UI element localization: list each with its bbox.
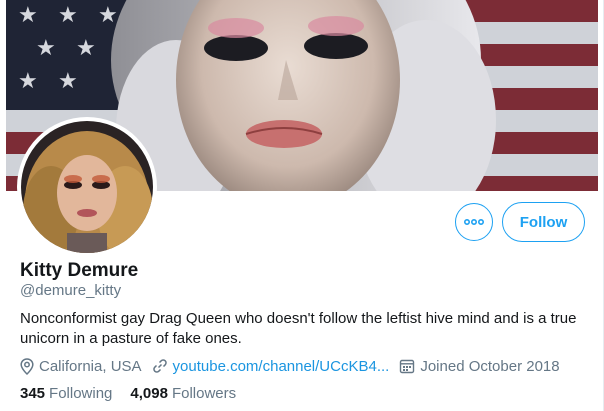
svg-text:★: ★ xyxy=(36,36,56,61)
more-options-button[interactable] xyxy=(455,203,493,241)
website-item[interactable]: youtube.com/channel/UCcKB4... xyxy=(152,358,390,375)
location-text: California, USA xyxy=(39,357,142,375)
profile-meta: California, USA youtube.com/channel/UCcK… xyxy=(20,356,570,376)
profile-handle: @demure_kitty xyxy=(20,282,122,299)
more-dots-icon xyxy=(464,218,484,226)
profile-bio: Nonconformist gay Drag Queen who doesn't… xyxy=(20,310,577,347)
avatar-image xyxy=(21,121,153,253)
profile-frame: ★ ★ ★ ★ ★ ★ ★ Follow Kitty Demure @demur… xyxy=(0,0,604,411)
followers-stat[interactable]: 4,098 Followers xyxy=(130,385,236,402)
profile-stats: 345 Following 4,098 Followers xyxy=(20,385,254,402)
svg-text:★: ★ xyxy=(58,69,78,94)
link-icon xyxy=(152,359,167,373)
svg-text:★: ★ xyxy=(98,3,118,28)
joined-text: Joined October 2018 xyxy=(420,357,560,375)
svg-text:★: ★ xyxy=(58,3,78,28)
location-pin-icon xyxy=(20,357,34,375)
svg-text:★: ★ xyxy=(18,69,38,94)
location-item: California, USA xyxy=(20,358,142,375)
avatar[interactable] xyxy=(17,117,157,257)
svg-text:★: ★ xyxy=(76,36,96,61)
website-link[interactable]: youtube.com/channel/UCcKB4... xyxy=(173,358,390,375)
following-count: 345 xyxy=(20,385,46,402)
joined-item: Joined October 2018 xyxy=(399,357,560,375)
followers-label: Followers xyxy=(171,385,237,402)
profile-name: Kitty Demure xyxy=(20,260,139,281)
svg-text:★: ★ xyxy=(18,3,38,28)
followers-count: 4,098 xyxy=(130,385,168,402)
following-label: Following xyxy=(49,385,113,402)
calendar-icon xyxy=(400,359,415,374)
following-stat[interactable]: 345 Following xyxy=(20,385,112,402)
follow-button[interactable]: Follow xyxy=(502,202,585,242)
